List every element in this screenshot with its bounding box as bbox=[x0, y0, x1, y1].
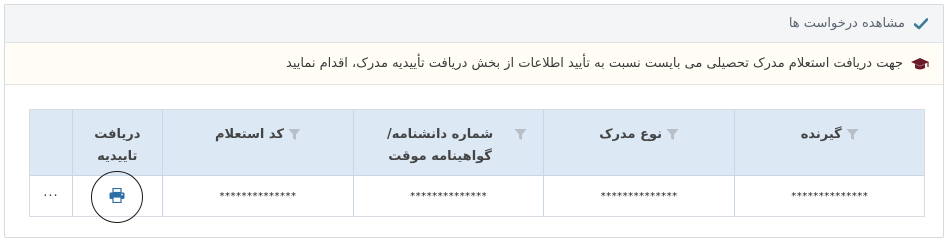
table-header: گیرنده نوع مدرک شماره دانشنامه/گواهینامه… bbox=[30, 110, 924, 176]
column-header-inquiry-code[interactable]: کد استعلام bbox=[161, 110, 354, 175]
filter-icon[interactable] bbox=[666, 128, 679, 141]
panel-title: مشاهده درخواست ها bbox=[788, 16, 905, 31]
notice-bar: جهت دریافت استعلام مدرک تحصیلی می بایست … bbox=[5, 43, 943, 85]
graduation-cap-icon bbox=[909, 56, 931, 72]
column-header-receiver[interactable]: گیرنده bbox=[734, 110, 924, 175]
filter-icon[interactable] bbox=[288, 128, 301, 141]
requests-panel: مشاهده درخواست ها جهت دریافت استعلام مدر… bbox=[4, 4, 944, 238]
cell-actions: ··· bbox=[29, 176, 72, 216]
panel-heading: مشاهده درخواست ها bbox=[5, 5, 943, 43]
cell-doc-type: ************** bbox=[542, 176, 735, 216]
cell-certificate-number: ************** bbox=[353, 176, 543, 216]
column-label: دریافت تاییدیه bbox=[94, 127, 141, 164]
check-icon bbox=[913, 16, 929, 32]
filter-icon[interactable] bbox=[514, 128, 527, 141]
page: مشاهده درخواست ها جهت دریافت استعلام مدر… bbox=[0, 0, 952, 245]
more-options-button[interactable]: ··· bbox=[43, 189, 58, 204]
print-icon bbox=[109, 187, 125, 206]
print-button[interactable] bbox=[91, 171, 144, 223]
cell-inquiry-code: ************** bbox=[161, 176, 354, 216]
column-header-certificate-number[interactable]: شماره دانشنامه/گواهینامه موقت bbox=[353, 110, 543, 175]
column-label: کد استعلام bbox=[215, 127, 284, 142]
cell-receiver: ************** bbox=[734, 176, 924, 216]
cell-receive-confirmation bbox=[71, 171, 162, 223]
requests-table: گیرنده نوع مدرک شماره دانشنامه/گواهینامه… bbox=[29, 109, 925, 223]
column-label: گیرنده bbox=[800, 127, 842, 142]
column-label: شماره دانشنامه/گواهینامه موقت bbox=[386, 127, 494, 164]
column-label: نوع مدرک bbox=[599, 127, 663, 142]
table-row: ************** ************** **********… bbox=[29, 171, 924, 223]
notice-text: جهت دریافت استعلام مدرک تحصیلی می بایست … bbox=[286, 56, 903, 71]
column-header-receive-confirmation: دریافت تاییدیه bbox=[71, 110, 162, 175]
column-header-doc-type[interactable]: نوع مدرک bbox=[542, 110, 735, 175]
filter-icon[interactable] bbox=[846, 128, 859, 141]
column-header-actions bbox=[30, 110, 72, 175]
